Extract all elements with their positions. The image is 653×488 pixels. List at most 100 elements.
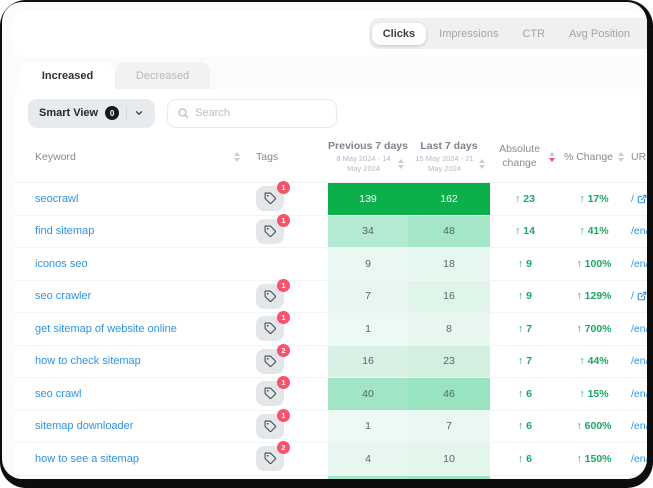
tag-count-badge: 1 xyxy=(277,409,290,422)
table-row: how to check sitemap21623↑ 7↑ 44%/en/ xyxy=(15,346,647,379)
tab-increased[interactable]: Increased xyxy=(20,62,115,89)
sort-absolute-button[interactable] xyxy=(549,152,555,162)
tags-cell: 1 xyxy=(250,313,328,345)
url-link[interactable]: /en/ xyxy=(631,453,647,465)
percent-change-value: ↑ 41% xyxy=(579,225,608,237)
absolute-change-cell: ↑ 7 xyxy=(490,346,560,378)
previous-value-cell: 9 xyxy=(328,248,408,280)
url-link[interactable]: /en/ xyxy=(631,420,647,432)
tags-cell: 1 xyxy=(250,183,328,215)
table-body: seocrawl1139162↑ 23↑ 17%/find sitemap134… xyxy=(15,183,647,479)
sort-keyword-button[interactable] xyxy=(234,152,240,162)
metric-switcher: ClicksImpressionsCTRAvg Position xyxy=(369,18,647,49)
url-link[interactable]: / xyxy=(631,193,647,205)
table-row: find sitemap13448↑ 14↑ 41%/en/ xyxy=(15,216,647,249)
table-row: seo crawl14046↑ 6↑ 15%/en/ xyxy=(15,378,647,411)
tag-button[interactable]: 2 xyxy=(256,446,284,471)
previous-value-cell: 1 xyxy=(328,313,408,345)
keyword-link[interactable]: seo crawler xyxy=(35,290,91,302)
chevron-down-icon xyxy=(134,108,144,118)
keyword-cell: sitemap downloader xyxy=(15,411,250,443)
percent-change-value: ↑ 17% xyxy=(579,193,608,205)
tag-count-badge: 1 xyxy=(277,279,290,292)
tag-count-badge: 2 xyxy=(277,441,290,454)
search-input[interactable] xyxy=(195,107,327,119)
last-value-cell: 10 xyxy=(408,443,490,475)
metric-tab-avg-position[interactable]: Avg Position xyxy=(558,23,641,45)
percent-change-value: ↑ 150% xyxy=(576,453,611,465)
url-link[interactable]: / xyxy=(631,290,647,302)
keyword-link[interactable]: seo crawl xyxy=(35,388,81,400)
keyword-cell: how to check sitemap xyxy=(15,346,250,378)
absolute-change-cell: ↑ 6 xyxy=(490,378,560,410)
header-last-daterange: 15 May 2024 - 21 May 2024 xyxy=(414,154,476,174)
tag-button[interactable]: 1 xyxy=(256,414,284,439)
metric-tab-ctr[interactable]: CTR xyxy=(511,23,556,45)
sort-previous-button[interactable] xyxy=(398,159,404,169)
tab-decreased[interactable]: Decreased xyxy=(115,62,210,89)
tag-count-badge: 1 xyxy=(277,311,290,324)
tag-icon xyxy=(264,192,277,205)
percent-change-cell: ↑ 100% xyxy=(560,248,628,280)
filter-bar: Smart View 0 xyxy=(15,89,647,131)
absolute-change-value: ↑ 14 xyxy=(515,225,535,237)
url-link[interactable]: /en/ xyxy=(631,225,647,237)
percent-change-cell: ↑ 44% xyxy=(560,346,628,378)
tag-button[interactable]: 1 xyxy=(256,186,284,211)
url-link[interactable]: /en/ xyxy=(631,388,647,400)
url-cell: /en/ xyxy=(628,378,647,410)
tag-button[interactable]: 1 xyxy=(256,284,284,309)
metric-tab-impressions[interactable]: Impressions xyxy=(428,23,509,45)
keyword-cell: get sitemap of website online xyxy=(15,313,250,345)
url-cell: /en/ xyxy=(628,248,647,280)
absolute-change-cell: ↑ 7 xyxy=(490,313,560,345)
empty-cell xyxy=(490,476,560,480)
previous-value-cell: 1 xyxy=(328,411,408,443)
percent-change-cell: ↑ 700% xyxy=(560,313,628,345)
smart-view-button[interactable]: Smart View 0 xyxy=(28,99,155,128)
tag-button[interactable]: 2 xyxy=(256,349,284,374)
tag-count-badge: 2 xyxy=(277,344,290,357)
url-cell: /en/ xyxy=(628,411,647,443)
header-percent-label: % Change xyxy=(564,151,613,163)
keywords-table-card: Smart View 0 Keyword Tags xyxy=(15,89,647,479)
tag-icon xyxy=(264,387,277,400)
keyword-link[interactable]: how to see a sitemap xyxy=(35,453,139,465)
keyword-cell: seocrawl xyxy=(15,183,250,215)
header-last-title: Last 7 days xyxy=(420,140,477,152)
tag-icon xyxy=(264,290,277,303)
last-value-cell: 16 xyxy=(408,281,490,313)
tags-cell: 1 xyxy=(250,281,328,313)
keyword-cell: seo crawler xyxy=(15,281,250,313)
tags-cell xyxy=(250,248,328,280)
table-row: seocrawl1139162↑ 23↑ 17%/ xyxy=(15,183,647,216)
sort-percent-button[interactable] xyxy=(618,152,624,162)
sort-last-button[interactable] xyxy=(479,159,485,169)
header-previous-7-days: Previous 7 days 8 May 2024 - 14 May 2024 xyxy=(328,140,408,174)
keyword-link[interactable]: seocrawl xyxy=(35,193,78,205)
previous-value-cell: 16 xyxy=(328,346,408,378)
tag-button[interactable]: 1 xyxy=(256,219,284,244)
last-value-cell xyxy=(408,476,490,480)
url-link[interactable]: /en/ xyxy=(631,355,647,367)
search-icon xyxy=(177,107,189,119)
url-link[interactable]: /en/ xyxy=(631,258,647,270)
tag-button[interactable]: 1 xyxy=(256,316,284,341)
header-tags-label: Tags xyxy=(256,151,278,163)
url-cell: / xyxy=(628,183,647,215)
keyword-link[interactable]: how to check sitemap xyxy=(35,355,141,367)
percent-change-cell: ↑ 600% xyxy=(560,411,628,443)
keyword-cell: how to see a sitemap xyxy=(15,443,250,475)
keyword-link[interactable]: get sitemap of website online xyxy=(35,323,177,335)
metric-tab-clicks[interactable]: Clicks xyxy=(372,23,426,45)
tag-button[interactable]: 1 xyxy=(256,381,284,406)
header-last-7-days: Last 7 days 15 May 2024 - 21 May 2024 xyxy=(408,140,490,174)
url-link[interactable]: /en/ xyxy=(631,323,647,335)
toolbar: ClicksImpressionsCTRAvg Position xyxy=(12,10,647,57)
search-box[interactable] xyxy=(167,99,337,128)
keyword-link[interactable]: iconos seo xyxy=(35,258,88,270)
keyword-link[interactable]: find sitemap xyxy=(35,225,94,237)
header-keyword: Keyword xyxy=(15,151,250,163)
previous-value-cell: 7 xyxy=(328,281,408,313)
keyword-link[interactable]: sitemap downloader xyxy=(35,420,133,432)
